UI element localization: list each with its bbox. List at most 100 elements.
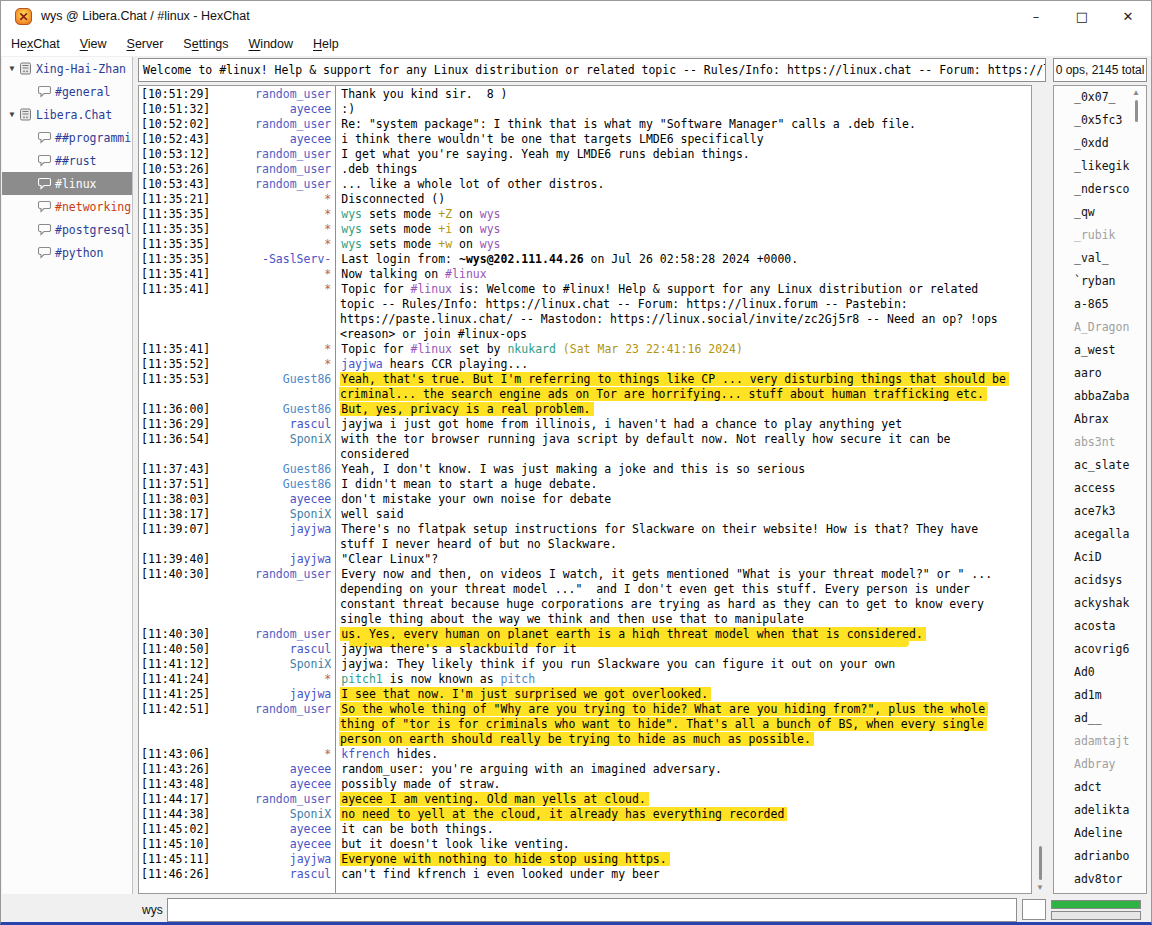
timestamp: [11:43:48]	[139, 777, 210, 792]
tree-channel-networking[interactable]: #networking	[2, 195, 132, 218]
tree-channel-python[interactable]: #python	[2, 241, 132, 264]
nickname	[209, 312, 330, 327]
message-text: Disconnected ()	[331, 192, 445, 207]
chat-line: [11:43:26]ayeceerandom_user: you're argu…	[139, 762, 1031, 777]
nickname: *	[210, 267, 331, 282]
chat-line: [11:46:26]rasculcan't find kfrench i eve…	[139, 867, 1031, 882]
timestamp: [11:38:03]	[139, 492, 210, 507]
message-text: Yeah, that's true. But I'm referring to …	[331, 372, 1009, 387]
minimize-button[interactable]: –	[1013, 1, 1059, 31]
chat-line: [10:51:32]ayecee:)	[139, 102, 1031, 117]
menu-view[interactable]: View	[70, 34, 117, 54]
chat-line: [11:36:54]SponiXwith the tor browser run…	[139, 432, 1031, 447]
nickname: *	[210, 747, 331, 762]
channel-icon	[38, 177, 52, 190]
message-text: don't mistake your own noise for debate	[331, 492, 611, 507]
tree-channel-postgresql[interactable]: #postgresql	[2, 218, 132, 241]
chat-line: single thing about the way we think and …	[139, 612, 1031, 627]
collapse-arrow-icon[interactable]: ▼	[5, 110, 19, 119]
menu-server[interactable]: Server	[117, 34, 174, 54]
timestamp: [11:36:00]	[139, 402, 210, 417]
scroll-up-icon[interactable]: ▲	[1129, 88, 1143, 97]
timestamp: [11:37:43]	[139, 462, 210, 477]
timestamp	[139, 717, 209, 732]
timestamp: [11:35:35]	[139, 237, 210, 252]
chat-line: [11:45:11]jayjwaEveryone with nothing to…	[139, 852, 1031, 867]
tree-server-libera.chat[interactable]: ▼Libera.Chat	[2, 103, 132, 126]
nickname: *	[210, 192, 331, 207]
lag-meter	[1051, 900, 1141, 909]
input-row: wys	[1, 896, 1152, 924]
chat-line: criminal... the search engine ads on Tor…	[139, 387, 1031, 402]
userlist-scroll-thumb[interactable]	[1135, 100, 1138, 122]
timestamp: [10:53:43]	[139, 177, 210, 192]
timestamp: [11:42:51]	[139, 702, 210, 717]
message-text: thing of "tor is for criminals who want …	[330, 717, 987, 732]
channel-icon	[38, 246, 52, 259]
message-input[interactable]	[167, 898, 1017, 922]
nickname: random_user	[210, 117, 331, 132]
message-text: I didn't mean to start a huge debate.	[331, 477, 597, 492]
collapse-arrow-icon[interactable]: ▼	[5, 64, 19, 73]
message-text: Now talking on #linux	[331, 267, 486, 282]
nickname: ayecee	[210, 777, 331, 792]
tree-channel-programming[interactable]: ##programming	[2, 126, 132, 149]
menu-hexchat[interactable]: HexChat	[1, 34, 70, 54]
nickname: ayecee	[210, 822, 331, 837]
menu-window[interactable]: Window	[239, 34, 303, 54]
tree-channel-general[interactable]: #general	[2, 80, 132, 103]
topic-input[interactable]: Welcome to #linux! Help & support for an…	[138, 58, 1046, 82]
main-area: ▼Xing-Hai-Zhan#general▼Libera.Chat##prog…	[1, 56, 1151, 922]
channel-icon	[38, 154, 52, 167]
chat-line: [11:41:12]SponiXjayjwa: They likely thin…	[139, 657, 1031, 672]
message-text: person on earth should really be trying …	[330, 732, 814, 747]
chat-line: [10:53:26]random_user.deb things	[139, 162, 1031, 177]
chat-line: thing of "tor is for criminals who want …	[139, 717, 1031, 732]
menubar: HexChatViewServerSettingsWindowHelp	[1, 31, 1151, 56]
chat-line: [10:53:12]random_userI get what you're s…	[139, 147, 1031, 162]
message-text: stuff I never heard of but no Slackware.	[330, 537, 617, 552]
chat-line: [11:43:06]*kfrench hides.	[139, 747, 1031, 762]
timestamp: [11:45:10]	[139, 837, 210, 852]
tree-channel-linux[interactable]: #linux	[2, 172, 132, 195]
message-text: I see that now. I'm just surprised we go…	[331, 687, 711, 702]
message-text: jayjwa there's a slackbuild for it	[331, 642, 576, 657]
nickname: Guest86	[210, 462, 331, 477]
timestamp: [11:44:38]	[139, 807, 210, 822]
chat-line: <reason> or join #linux-ops	[139, 327, 1031, 342]
chat-line: [11:35:35]*wys sets mode +Z on wys	[139, 207, 1031, 222]
timestamp	[139, 597, 209, 612]
scroll-down-icon[interactable]: ▼	[1033, 883, 1047, 892]
tree-channel-rust[interactable]: ##rust	[2, 149, 132, 172]
close-button[interactable]: ✕	[1105, 1, 1151, 31]
chat-line: [11:37:51]Guest86I didn't mean to start …	[139, 477, 1031, 492]
nickname	[209, 717, 330, 732]
nickname: ayecee	[210, 837, 331, 852]
message-text: well said	[331, 507, 403, 522]
chat-line: [11:35:35]*wys sets mode +i on wys	[139, 222, 1031, 237]
nickname: jayjwa	[210, 687, 331, 702]
menu-help[interactable]: Help	[303, 34, 349, 54]
nickname: SponiX	[210, 432, 331, 447]
chat-line: stuff I never heard of but no Slackware.	[139, 537, 1031, 552]
chat-line: [11:40:30]random_userEvery now and then,…	[139, 567, 1031, 582]
chat-line: [11:35:41]*Now talking on #linux	[139, 267, 1031, 282]
chat-line: [11:41:25]jayjwaI see that now. I'm just…	[139, 687, 1031, 702]
window-controls: – □ ✕	[1013, 1, 1151, 31]
nickname: jayjwa	[210, 552, 331, 567]
maximize-button[interactable]: □	[1059, 1, 1105, 31]
message-text: wys sets mode +Z on wys	[331, 207, 500, 222]
chat-line: [10:53:43]random_user... like a whole lo…	[139, 177, 1031, 192]
menu-settings[interactable]: Settings	[173, 34, 238, 54]
chat-scrollbar[interactable]: ▼	[1033, 85, 1047, 894]
timestamp: [11:35:52]	[139, 357, 210, 372]
chat-scroll-thumb[interactable]	[1039, 846, 1042, 880]
nickname: jayjwa	[210, 852, 331, 867]
chat-line: [11:43:48]ayeceepossibly made of straw.	[139, 777, 1031, 792]
timestamp: [11:35:21]	[139, 192, 210, 207]
nick-label: wys	[142, 899, 163, 921]
tree-server-xing-hai-zhan[interactable]: ▼Xing-Hai-Zhan	[2, 57, 132, 80]
userlist-scrollbar[interactable]: ▲	[1129, 86, 1143, 893]
timestamp: [11:38:17]	[139, 507, 210, 522]
chat-line: topic -- Rules/Info: https://linux.chat …	[139, 297, 1031, 312]
